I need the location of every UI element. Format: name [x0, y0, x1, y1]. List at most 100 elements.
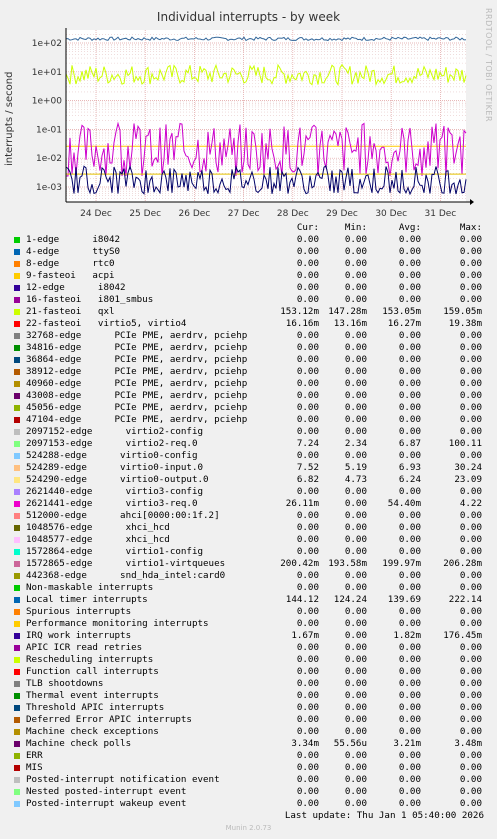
legend-avg-value: 54.40m — [387, 498, 421, 509]
legend-label: Local timer interrupts — [26, 594, 148, 605]
legend-swatch — [14, 705, 20, 711]
legend-swatch — [14, 249, 20, 255]
legend-swatch — [14, 657, 20, 663]
legend-avg-value: 139.69 — [387, 594, 421, 605]
legend-row: Nested posted-interrupt event 0.00 0.00 0.0… — [0, 786, 497, 798]
legend-row: 1572865-edge virtio1-virtqueues 200.42m 19… — [0, 558, 497, 570]
legend-label: APIC ICR read retries — [26, 642, 143, 653]
legend-swatch — [14, 381, 20, 387]
legend-swatch — [14, 357, 20, 363]
legend-avg-value: 16.27m — [387, 318, 421, 329]
legend-swatch — [14, 561, 20, 567]
legend-row: 2621440-edge virtio3-config 0.00 0.00 0.00 0… — [0, 486, 497, 498]
legend-avg-value: 0.00 — [398, 534, 421, 545]
legend-label: Non-maskable interrupts — [26, 582, 154, 593]
legend-row: Threshold APIC interrupts 0.00 0.00 0.00 0.0… — [0, 702, 497, 714]
legend-label: 524289-edge virtio0-input.0 — [26, 462, 204, 473]
legend-row: 22-fasteoi virtio5, virtio4 16.16m 13.16m 1… — [0, 318, 497, 330]
legend-swatch — [14, 525, 20, 531]
legend-min-value: 0.00 — [344, 234, 367, 245]
legend-row: 40960-edge PCIe PME, aerdrv, pciehp 0.00 0… — [0, 378, 497, 390]
legend-swatch — [14, 681, 20, 687]
header-max: Max: — [459, 222, 482, 233]
legend-label: 38912-edge PCIe PME, aerdrv, pciehp — [26, 366, 248, 377]
y-ticks: 1e+02 1e+01 1e+00 1e-01 1e-02 1e-03 — [32, 39, 63, 193]
legend-avg-value: 0.00 — [398, 642, 421, 653]
x-tick-label: 25 Dec — [129, 209, 161, 219]
legend-row: Machine check polls 3.34m 55.56u 3.21m 3.48m — [0, 738, 497, 750]
legend-min-value: 0.00 — [344, 522, 367, 533]
legend-min-value: 0.00 — [344, 678, 367, 689]
legend-label: 12-edge i8042 — [26, 282, 126, 293]
legend-swatch — [14, 621, 20, 627]
legend-max-value: 3.48m — [454, 738, 482, 749]
legend-row: 12-edge i8042 0.00 0.00 0.00 0.00 — [0, 282, 497, 294]
legend-min-value: 0.00 — [344, 666, 367, 677]
legend-avg-value: 0.00 — [398, 414, 421, 425]
x-tick-label: 28 Dec — [277, 209, 309, 219]
legend-label: Nested posted-interrupt event — [26, 786, 187, 797]
legend-swatch — [14, 441, 20, 447]
legend-swatch — [14, 609, 20, 615]
legend-min-value: 0.00 — [344, 762, 367, 773]
legend-min-value: 0.00 — [344, 570, 367, 581]
legend-swatch — [14, 669, 20, 675]
legend-row: 1048576-edge xhci_hcd 0.00 0.00 0.00 0.00 — [0, 522, 497, 534]
legend-avg-value: 6.24 — [398, 474, 421, 485]
legend-swatch — [14, 321, 20, 327]
x-tick-label: 26 Dec — [179, 209, 211, 219]
legend-label: Posted-interrupt wakeup event — [26, 798, 187, 809]
legend-max-value: 0.00 — [459, 606, 482, 617]
legend-avg-value: 0.00 — [398, 450, 421, 461]
legend-swatch — [14, 477, 20, 483]
legend-row: 45056-edge PCIe PME, aerdrv, pciehp 0.00 0… — [0, 402, 497, 414]
legend-min-value: 0.00 — [344, 402, 367, 413]
legend-swatch — [14, 261, 20, 267]
x-tick-label: 24 Dec — [80, 209, 112, 219]
legend-max-value: 100.11 — [448, 438, 482, 449]
legend-min-value: 0.00 — [344, 450, 367, 461]
legend-swatch — [14, 465, 20, 471]
legend-row: Function call interrupts 0.00 0.00 0.00 0.00 — [0, 666, 497, 678]
legend-min-value: 0.00 — [344, 258, 367, 269]
legend-swatch — [14, 333, 20, 339]
legend-avg-value: 0.00 — [398, 798, 421, 809]
legend-swatch — [14, 345, 20, 351]
legend-avg-value: 0.00 — [398, 678, 421, 689]
legend-max-value: 0.00 — [459, 786, 482, 797]
x-tick-label: 31 Dec — [425, 209, 457, 219]
legend-max-value: 222.14 — [448, 594, 482, 605]
legend-label: 2097152-edge virtio2-config — [26, 426, 204, 437]
y-tick-label: 1e+00 — [32, 97, 63, 107]
legend-label: 47104-edge PCIe PME, aerdrv, pciehp — [26, 414, 248, 425]
legend-row: MIS 0.00 0.00 0.00 0.00 — [0, 762, 497, 774]
header-avg: Avg: — [398, 222, 421, 233]
legend-swatch — [14, 429, 20, 435]
legend-min-value: 147.28m — [328, 306, 367, 317]
legend-min-value: 0.00 — [344, 774, 367, 785]
legend-swatch — [14, 777, 20, 783]
legend-min-value: 0.00 — [344, 642, 367, 653]
legend-avg-value: 0.00 — [398, 702, 421, 713]
legend-max-value: 0.00 — [459, 582, 482, 593]
legend-swatch — [14, 765, 20, 771]
legend-avg-value: 0.00 — [398, 246, 421, 257]
legend-min-value: 0.00 — [344, 750, 367, 761]
legend-label: IRQ work interrupts — [26, 630, 132, 641]
legend-min-value: 0.00 — [344, 630, 367, 641]
legend-label: 442368-edge snd_hda_intel:card0 — [26, 570, 226, 581]
legend-avg-value: 6.93 — [398, 462, 421, 473]
legend-min-value: 0.00 — [344, 582, 367, 593]
legend-avg-value: 0.00 — [398, 546, 421, 557]
legend-max-value: 0.00 — [459, 690, 482, 701]
legend-min-value: 0.00 — [344, 354, 367, 365]
legend-max-value: 0.00 — [459, 270, 482, 281]
legend-min-value: 0.00 — [344, 534, 367, 545]
legend-label: Function call interrupts — [26, 666, 159, 677]
plot-background — [66, 30, 466, 202]
legend-min-value: 124.24 — [333, 594, 367, 605]
legend-row: 8-edge rtc0 0.00 0.00 0.00 0.00 — [0, 258, 497, 270]
legend-avg-value: 0.00 — [398, 726, 421, 737]
legend-swatch — [14, 297, 20, 303]
legend-label: 34816-edge PCIe PME, aerdrv, pciehp — [26, 342, 248, 353]
